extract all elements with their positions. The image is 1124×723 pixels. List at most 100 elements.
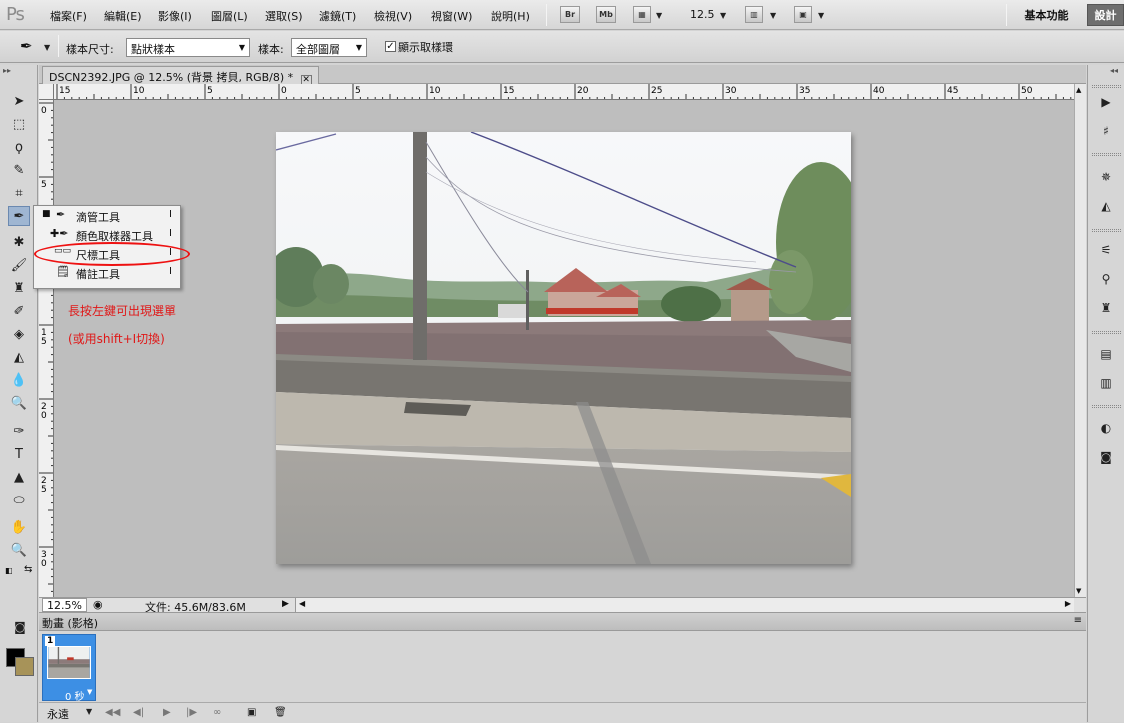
menu-select[interactable]: 選取(S)	[265, 8, 303, 24]
history-brush-tool-icon[interactable]: ✐	[8, 301, 30, 321]
arrange-documents-button[interactable]: ▥	[745, 6, 763, 23]
delete-frame-icon[interactable]: 🗑	[274, 707, 287, 718]
vertical-scrollbar[interactable]: ▲ ▼	[1074, 84, 1086, 597]
actions-panel-icon[interactable]: ▶	[1096, 93, 1116, 111]
spot-healing-tool-icon[interactable]: ✱	[8, 232, 30, 252]
screen-mode-button[interactable]: ▣	[794, 6, 812, 23]
menu-file[interactable]: 檔案(F)	[50, 8, 87, 24]
ruler-label: 45	[947, 86, 958, 96]
scroll-down-icon[interactable]: ▼	[1076, 587, 1081, 595]
document-photo[interactable]	[276, 132, 851, 564]
flyout-item-shortcut: I	[169, 228, 172, 239]
brush-panel-icon[interactable]: ⚲	[1096, 270, 1116, 288]
next-frame-icon[interactable]: |▶	[186, 707, 197, 718]
blur-tool-icon[interactable]: 💧	[8, 370, 30, 390]
bridge-button[interactable]: Br	[560, 6, 580, 23]
show-sampling-ring-checkbox[interactable]: ✓	[385, 41, 396, 52]
adjustments-panel-icon[interactable]: ◐	[1096, 419, 1116, 437]
mini-bridge-button[interactable]: Mb	[596, 6, 616, 23]
panel-menu-icon[interactable]: ≡	[1074, 615, 1082, 626]
paragraph-panel-icon[interactable]: ▥	[1096, 374, 1116, 392]
scroll-up-icon[interactable]: ▲	[1076, 86, 1081, 94]
dock-grip	[1092, 85, 1121, 88]
eyedropper-preset-icon[interactable]: ✒	[20, 37, 33, 55]
menu-filter[interactable]: 濾鏡(T)	[319, 8, 356, 24]
frame-number: 1	[45, 636, 56, 646]
arrange-dropdown-icon[interactable]: ▼	[770, 11, 776, 20]
default-colors-icon[interactable]: ◧	[5, 566, 13, 575]
loop-options-select[interactable]: 永遠	[47, 706, 69, 722]
play-icon[interactable]: ▶	[163, 707, 171, 718]
menu-layer[interactable]: 圖層(L)	[211, 8, 248, 24]
menu-image[interactable]: 影像(I)	[158, 8, 192, 24]
tools-panel: ▸▸ ➤ ⬚ ϙ ✎ ⌗ ✒ ✱ 🖌 ♜ ✐ ◈ ◭ 💧 🔍 ✑ T ▲ ⬭ ✋…	[0, 65, 38, 722]
frame-delay-dropdown-icon[interactable]: ▼	[87, 688, 92, 696]
dodge-tool-icon[interactable]: 🔍	[8, 393, 30, 413]
paint-bucket-tool-icon[interactable]: ◭	[8, 347, 30, 367]
flyout-item-eyedropper[interactable]: ■ ✒ 滴管工具 I	[34, 206, 180, 225]
sample-size-select[interactable]: 點狀樣本 ▼	[126, 38, 250, 57]
background-color-swatch[interactable]	[15, 657, 34, 676]
brush-tool-icon[interactable]: 🖌	[8, 255, 30, 275]
history-panel-icon[interactable]: ♯	[1096, 122, 1116, 140]
screen-mode-dropdown-icon[interactable]: ▼	[818, 11, 824, 20]
tool-preset-dropdown-icon[interactable]: ▼	[44, 43, 50, 52]
pen-tool-icon[interactable]: ✑	[8, 421, 30, 441]
navigator-panel-icon[interactable]: ✵	[1096, 168, 1116, 186]
menu-window[interactable]: 視窗(W)	[431, 8, 472, 24]
zoom-input[interactable]: 12.5%	[42, 598, 87, 612]
zoom-level[interactable]: 12.5	[690, 8, 715, 21]
workspace-basic-button[interactable]: 基本功能	[1014, 5, 1079, 25]
canvas-area[interactable]	[54, 100, 1074, 597]
eraser-tool-icon[interactable]: ◈	[8, 324, 30, 344]
sample-select[interactable]: 全部圖層 ▼	[291, 38, 367, 57]
animation-panel-tab[interactable]: 動畫 (影格)	[42, 615, 98, 631]
hand-tool-icon[interactable]: ✋	[8, 517, 30, 537]
crop-tool-icon[interactable]: ⌗	[8, 183, 30, 203]
view-extras-button[interactable]: ▦	[633, 6, 651, 23]
horizontal-ruler[interactable]: 15 10 5 0 5 10 15 20 25 30 35 40 45 50	[54, 84, 1074, 100]
character-panel-icon[interactable]: ▤	[1096, 345, 1116, 363]
ruler-label: 5	[41, 180, 47, 190]
shape-tool-icon[interactable]: ⬭	[8, 490, 30, 510]
expand-panels-icon[interactable]: ◂◂	[1110, 66, 1118, 75]
masks-panel-icon[interactable]: ◙	[1096, 448, 1116, 466]
menu-edit[interactable]: 編輯(E)	[104, 8, 142, 24]
eyedropper-tool-icon[interactable]: ✒	[8, 206, 30, 226]
move-tool-icon[interactable]: ➤	[8, 91, 30, 111]
zoom-dropdown-icon[interactable]: ▼	[720, 11, 726, 20]
scroll-right-icon[interactable]: ▶	[1065, 599, 1071, 608]
clone-stamp-tool-icon[interactable]: ♜	[8, 278, 30, 298]
type-tool-icon[interactable]: T	[8, 444, 30, 464]
horizontal-scrollbar[interactable]: ◀ ▶	[295, 598, 1074, 612]
view-extras-dropdown-icon[interactable]: ▼	[656, 11, 662, 20]
frame-delay[interactable]: 0 秒	[65, 688, 85, 703]
color-sampler-icon: ✚✒	[50, 227, 69, 240]
vertical-ruler[interactable]: 051015202530	[39, 100, 54, 597]
workspace-design-button[interactable]: 設計	[1087, 4, 1124, 26]
path-selection-tool-icon[interactable]: ▲	[8, 467, 30, 487]
brush-presets-panel-icon[interactable]: ⚟	[1096, 241, 1116, 259]
quick-mask-icon[interactable]: ◙	[9, 617, 31, 637]
status-menu-arrow-icon[interactable]: ▶	[282, 599, 289, 609]
document-tab[interactable]: DSCN2392.JPG @ 12.5% (背景 拷貝, RGB/8) * ✕	[42, 66, 319, 86]
marquee-tool-icon[interactable]: ⬚	[8, 114, 30, 134]
tween-icon[interactable]: ∞	[213, 707, 221, 718]
animation-frame[interactable]: 1 0 秒 ▼	[42, 634, 96, 703]
first-frame-icon[interactable]: ◀◀	[105, 707, 120, 718]
duplicate-frame-icon[interactable]: ▣	[247, 707, 256, 718]
histogram-panel-icon[interactable]: ◭	[1096, 197, 1116, 215]
previous-frame-icon[interactable]: ◀|	[133, 707, 144, 718]
status-info-icon[interactable]: ◉	[93, 598, 103, 611]
scroll-left-icon[interactable]: ◀	[299, 599, 305, 608]
zoom-tool-icon[interactable]: 🔍	[8, 540, 30, 560]
ruler-origin[interactable]	[39, 84, 54, 100]
lasso-tool-icon[interactable]: ϙ	[8, 137, 30, 157]
quick-selection-tool-icon[interactable]: ✎	[8, 160, 30, 180]
menu-view[interactable]: 檢視(V)	[374, 8, 412, 24]
collapse-panel-icon[interactable]: ▸▸	[3, 66, 11, 75]
clone-source-panel-icon[interactable]: ♜	[1096, 299, 1116, 317]
loop-dropdown-icon[interactable]: ▼	[86, 707, 92, 716]
menu-help[interactable]: 說明(H)	[491, 8, 530, 24]
swap-colors-icon[interactable]: ⇆	[24, 564, 32, 575]
